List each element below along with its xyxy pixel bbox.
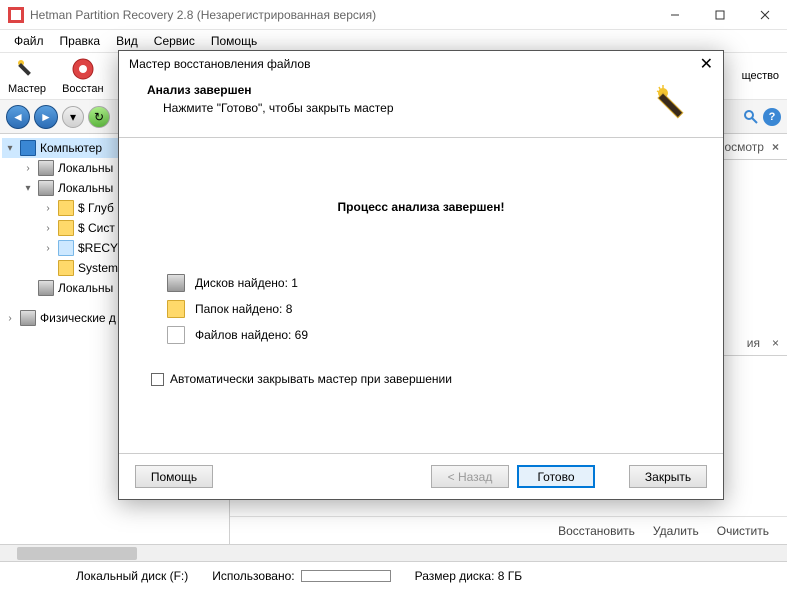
dialog-done-button[interactable]: Готово	[517, 465, 595, 488]
menu-service[interactable]: Сервис	[146, 32, 203, 50]
drive-icon	[20, 310, 36, 326]
maximize-button[interactable]	[697, 0, 742, 30]
status-size-label: Размер диска: 8 ГБ	[415, 569, 523, 583]
dialog-heading: Анализ завершен	[147, 83, 653, 97]
folder-icon	[58, 220, 74, 236]
action-delete[interactable]: Удалить	[653, 524, 699, 538]
autoclose-checkbox-row: Автоматически закрывать мастер при завер…	[151, 372, 695, 386]
title-bar: Hetman Partition Recovery 2.8 (Незарегис…	[0, 0, 787, 30]
dialog-close-button-footer[interactable]: Закрыть	[629, 465, 707, 488]
stat-disks: Дисков найдено: 1	[167, 274, 695, 292]
file-icon	[167, 326, 185, 344]
view-tab-label[interactable]: осмотр	[724, 140, 764, 154]
wizard-wand-icon	[653, 83, 695, 125]
nav-back-button[interactable]: ◄	[6, 105, 30, 129]
drive-icon	[38, 280, 54, 296]
help-icon[interactable]: ?	[763, 108, 781, 126]
menu-file[interactable]: Файл	[6, 32, 52, 50]
status-disk-label: Локальный диск (F:)	[76, 569, 188, 583]
status-bar: Локальный диск (F:) Использовано: Размер…	[0, 561, 787, 589]
folder-icon	[58, 260, 74, 276]
dialog-title-bar: Мастер восстановления файлов ✕	[119, 51, 723, 77]
stat-files: Файлов найдено: 69	[167, 326, 695, 344]
window-title: Hetman Partition Recovery 2.8 (Незарегис…	[30, 8, 652, 22]
usage-bar	[301, 570, 391, 582]
dialog-back-button[interactable]: < Назад	[431, 465, 509, 488]
menu-help[interactable]: Помощь	[203, 32, 265, 50]
side-tab-label[interactable]: ия	[747, 336, 760, 350]
nav-dropdown-button[interactable]: ▾	[62, 106, 84, 128]
toolbar-wizard[interactable]: Мастер	[8, 57, 46, 95]
action-restore[interactable]: Восстановить	[558, 524, 635, 538]
folder-icon	[167, 300, 185, 318]
dialog-result-msg: Процесс анализа завершен!	[147, 200, 695, 214]
app-icon	[8, 7, 24, 23]
recycle-icon	[58, 240, 74, 256]
close-icon[interactable]: ×	[772, 336, 779, 350]
monitor-icon	[20, 140, 36, 156]
autoclose-checkbox[interactable]	[151, 373, 164, 386]
drive-icon	[167, 274, 185, 292]
status-used-label: Использовано:	[212, 569, 294, 583]
dialog-body: Процесс анализа завершен! Дисков найдено…	[119, 138, 723, 453]
wizard-icon	[15, 57, 39, 81]
toolbar-recover-label: Восстан	[62, 83, 104, 95]
drive-icon	[38, 160, 54, 176]
close-button[interactable]	[742, 0, 787, 30]
action-clear[interactable]: Очистить	[717, 524, 769, 538]
toolbar-trail-label: щество	[742, 70, 779, 82]
dialog-subheading: Нажмите "Готово", чтобы закрыть мастер	[163, 101, 653, 115]
nav-refresh-button[interactable]: ↻	[88, 106, 110, 128]
dialog-close-button[interactable]: ✕	[700, 54, 713, 74]
wizard-dialog: Мастер восстановления файлов ✕ Анализ за…	[118, 50, 724, 500]
close-icon[interactable]: ×	[772, 140, 779, 154]
drive-icon	[38, 180, 54, 196]
menu-view[interactable]: Вид	[108, 32, 146, 50]
bottom-actions: Восстановить Удалить Очистить	[230, 516, 787, 544]
autoclose-label: Автоматически закрывать мастер при завер…	[170, 372, 452, 386]
minimize-button[interactable]	[652, 0, 697, 30]
dialog-help-button[interactable]: Помощь	[135, 465, 213, 488]
lifebuoy-icon	[71, 57, 95, 81]
toolbar-wizard-label: Мастер	[8, 83, 46, 95]
stat-folders: Папок найдено: 8	[167, 300, 695, 318]
folder-icon	[58, 200, 74, 216]
search-icon[interactable]	[743, 109, 759, 125]
toolbar-recover[interactable]: Восстан	[62, 57, 104, 95]
horizontal-scrollbar[interactable]	[0, 544, 787, 561]
menu-bar: Файл Правка Вид Сервис Помощь	[0, 30, 787, 52]
nav-forward-button[interactable]: ►	[34, 105, 58, 129]
scrollbar-thumb[interactable]	[17, 547, 137, 560]
dialog-footer: Помощь < Назад Готово Закрыть	[119, 453, 723, 499]
dialog-title: Мастер восстановления файлов	[129, 57, 310, 71]
menu-edit[interactable]: Правка	[52, 32, 109, 50]
dialog-header: Анализ завершен Нажмите "Готово", чтобы …	[119, 77, 723, 138]
